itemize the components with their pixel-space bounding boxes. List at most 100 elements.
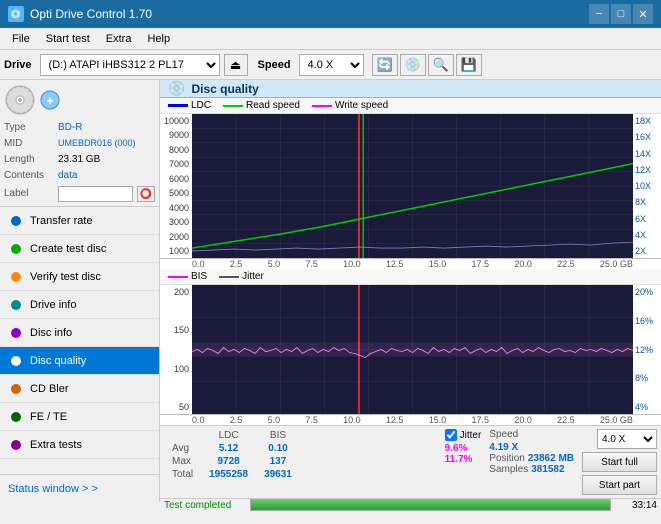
menu-extra[interactable]: Extra — [98, 31, 140, 47]
title-bar-controls: − □ ✕ — [589, 4, 653, 24]
total-ldc-value: 1955258 — [201, 468, 256, 481]
progress-bar-container: Test completed 33:14 — [160, 498, 661, 511]
max-jitter-value: 11.7% — [445, 454, 473, 465]
samples-value: 381582 — [531, 464, 564, 475]
nav-disc-quality-label: Disc quality — [30, 355, 86, 367]
disc-length-label: Length — [4, 152, 54, 168]
close-button[interactable]: ✕ — [633, 4, 653, 24]
toolbar-burn-button[interactable]: 💿 — [400, 54, 426, 76]
jitter-stats-section: Jitter 9.6% 11.7% — [441, 426, 486, 498]
read-speed-color-swatch — [223, 105, 243, 107]
disc-type-label: Type — [4, 120, 54, 136]
sidebar-item-transfer-rate[interactable]: Transfer rate — [0, 207, 159, 235]
menu-file[interactable]: File — [4, 31, 38, 47]
bottom-chart-wrap: 200 150 100 50 — [160, 285, 661, 414]
nav-extra-tests-label: Extra tests — [30, 439, 82, 451]
drive-label: Drive — [4, 59, 32, 71]
menu-start-test[interactable]: Start test — [38, 31, 98, 47]
max-ldc-value: 9728 — [201, 455, 256, 468]
disc-fields: Type BD-R MID UMEBDR016 (000) Length 23.… — [4, 120, 155, 202]
toolbar-scan-button[interactable]: 🔍 — [428, 54, 454, 76]
content-title: Disc quality — [191, 82, 258, 96]
minimize-button[interactable]: − — [589, 4, 609, 24]
stats-table: LDC BIS Avg 5.12 0.10 Max 9728 137 Tot — [160, 426, 441, 498]
bottom-chart-svg — [192, 285, 633, 414]
nav-drive-info-label: Drive info — [30, 299, 76, 311]
status-window-link[interactable]: Status window > > — [0, 474, 159, 502]
total-bis-value: 39631 — [256, 468, 300, 481]
toolbar-icons: 🔄 💿 🔍 💾 — [372, 54, 482, 76]
top-chart-inner — [192, 114, 633, 258]
start-full-button[interactable]: Start full — [582, 452, 657, 472]
nav-items: Transfer rate Create test disc Verify te… — [0, 207, 159, 474]
samples-row: Samples 381582 — [489, 464, 574, 475]
bis-color-swatch — [168, 276, 188, 278]
disc-mid-row: MID UMEBDR016 (000) — [4, 136, 155, 152]
disc-contents-label: Contents — [4, 168, 54, 184]
sidebar-item-fe-te[interactable]: FE / TE — [0, 403, 159, 431]
nav-transfer-rate-label: Transfer rate — [30, 215, 93, 227]
avg-bis-value: 0.10 — [256, 442, 300, 455]
speed-header-row: Speed — [489, 429, 574, 440]
jitter-stat-label: Jitter — [460, 430, 482, 441]
menu-help[interactable]: Help — [139, 31, 178, 47]
disc-contents-row: Contents data — [4, 168, 155, 184]
top-chart-wrap: 10000 9000 8000 7000 6000 5000 4000 3000… — [160, 114, 661, 258]
status-window-label: Status window > > — [8, 483, 98, 495]
cd-bler-icon — [8, 381, 24, 397]
toolbar-refresh-button[interactable]: 🔄 — [372, 54, 398, 76]
nav-fe-te-label: FE / TE — [30, 411, 67, 423]
disc-type-row: Type BD-R — [4, 120, 155, 136]
jitter-checkbox-row: Jitter — [445, 429, 482, 441]
maximize-button[interactable]: □ — [611, 4, 631, 24]
disc-mid-value: UMEBDR016 (000) — [58, 136, 136, 152]
toolbar-save-button[interactable]: 💾 — [456, 54, 482, 76]
top-chart-legend: LDC Read speed Write speed — [160, 98, 661, 114]
sidebar-item-disc-info[interactable]: Disc info — [0, 319, 159, 347]
sidebar-item-verify-test-disc[interactable]: Verify test disc — [0, 263, 159, 291]
top-chart-svg — [192, 114, 633, 258]
disc-info-icon — [8, 325, 24, 341]
top-chart-container: 10000 9000 8000 7000 6000 5000 4000 3000… — [160, 114, 661, 259]
max-bis-value: 137 — [256, 455, 300, 468]
content-header: 💿 Disc quality — [160, 80, 661, 98]
bis-col-header: BIS — [256, 429, 300, 442]
title-bar-left: 💿 Opti Drive Control 1.70 — [8, 6, 152, 22]
stats-row: LDC BIS Avg 5.12 0.10 Max 9728 137 Tot — [160, 425, 661, 498]
legend-read-speed: Read speed — [223, 100, 300, 111]
progress-fill — [251, 500, 610, 510]
disc-label-button[interactable]: ⭕ — [137, 186, 155, 202]
nav-create-test-disc-label: Create test disc — [30, 243, 106, 255]
sidebar-item-drive-info[interactable]: Drive info — [0, 291, 159, 319]
legend-jitter: Jitter — [219, 271, 264, 282]
title-bar: 💿 Opti Drive Control 1.70 − □ ✕ — [0, 0, 661, 28]
ldc-col-header: LDC — [201, 429, 256, 442]
eject-button[interactable]: ⏏ — [224, 54, 248, 76]
extra-tests-icon — [8, 437, 24, 453]
disc-quality-header-icon: 💿 — [168, 80, 185, 97]
disc-icon — [4, 84, 36, 116]
write-speed-label: Write speed — [335, 100, 388, 111]
bottom-chart-x-axis: 0.0 2.5 5.0 7.5 10.0 12.5 15.0 17.5 20.0… — [160, 415, 661, 425]
speed-label: Speed — [258, 59, 291, 71]
sidebar-item-extra-tests[interactable]: Extra tests — [0, 431, 159, 459]
disc-header: + — [4, 84, 155, 116]
sidebar-item-cd-bler[interactable]: CD Bler — [0, 375, 159, 403]
speed-stats-section: Speed 4.19 X Position 23862 MB Samples 3… — [485, 426, 578, 498]
start-part-button[interactable]: Start part — [582, 475, 657, 495]
sidebar-item-disc-quality[interactable]: Disc quality — [0, 347, 159, 375]
verify-test-disc-icon — [8, 269, 24, 285]
drive-select[interactable]: (D:) ATAPI iHBS312 2 PL17 — [40, 54, 220, 76]
disc-section: + Type BD-R MID UMEBDR016 (000) Length 2… — [0, 80, 159, 207]
disc-length-value: 23.31 GB — [58, 152, 100, 168]
quality-speed-select[interactable]: 4.0 X — [597, 429, 657, 449]
app-icon: 💿 — [8, 6, 24, 22]
sidebar-item-create-test-disc[interactable]: Create test disc — [0, 235, 159, 263]
total-row-label: Total — [164, 468, 201, 481]
disc-label-input[interactable] — [58, 186, 133, 202]
speed-select[interactable]: 4.0 X 8.0 X — [299, 54, 364, 76]
jitter-legend-label: Jitter — [242, 271, 264, 282]
jitter-checkbox[interactable] — [445, 429, 457, 441]
progress-time: 33:14 — [617, 500, 657, 511]
fe-te-icon — [8, 409, 24, 425]
